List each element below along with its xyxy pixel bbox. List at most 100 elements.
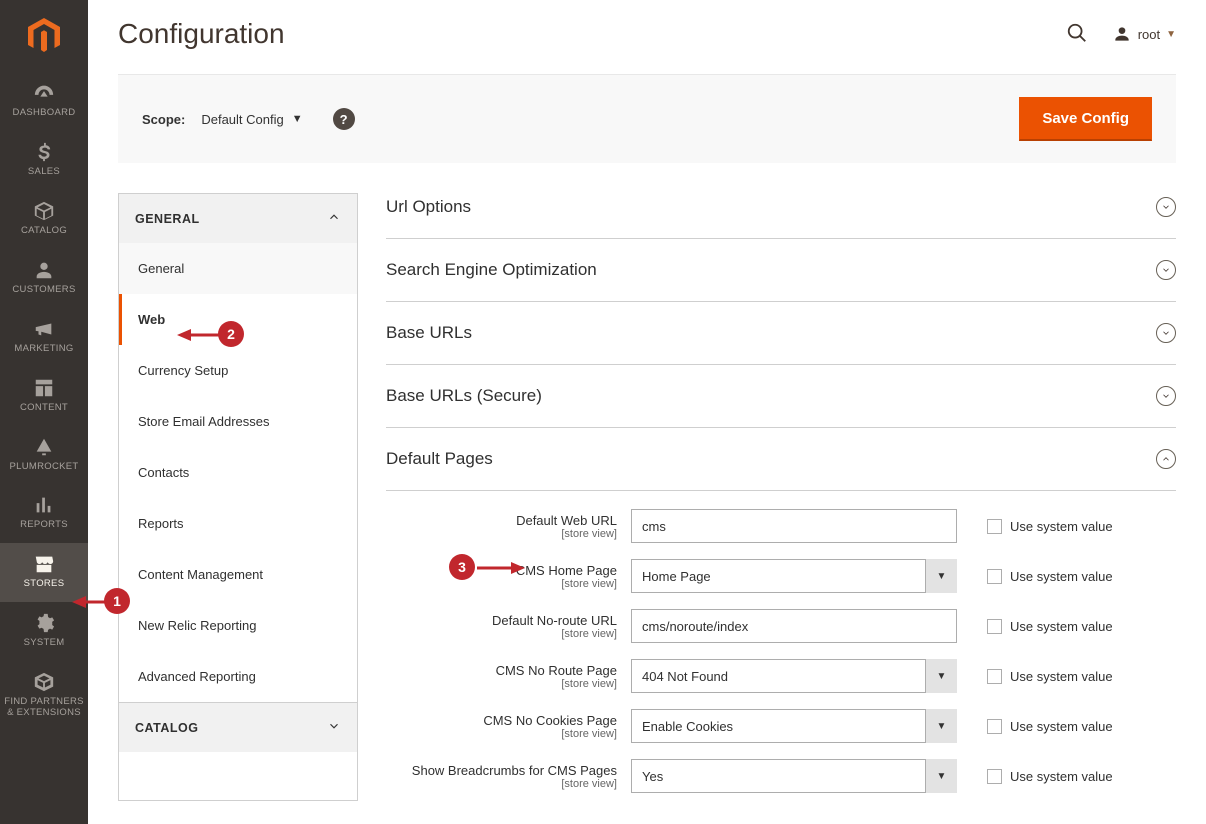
use-system-checkbox[interactable] — [987, 619, 1002, 634]
show-breadcrumbs-select[interactable]: Yes▼ — [631, 759, 957, 793]
magento-logo[interactable] — [0, 0, 88, 72]
tree-item-label: Content Management — [138, 567, 263, 582]
nav-catalog[interactable]: CATALOG — [0, 190, 88, 249]
cms-home-page-select[interactable]: Home Page▼ — [631, 559, 957, 593]
use-system-value[interactable]: Use system value — [957, 619, 1176, 634]
section-default-pages[interactable]: Default Pages — [386, 428, 1176, 491]
section-base-urls[interactable]: Base URLs — [386, 302, 1176, 365]
search-icon[interactable] — [1066, 22, 1088, 47]
content: GENERAL General Web Currency Setup Store… — [118, 193, 1176, 801]
field-cms-nocookies: CMS No Cookies Page[store view] Enable C… — [386, 701, 1176, 751]
tree-item-label: Reports — [138, 516, 184, 531]
main: Configuration root ▼ Scope: Default Conf… — [88, 0, 1206, 824]
use-system-checkbox[interactable] — [987, 669, 1002, 684]
nav-partners[interactable]: FIND PARTNERS & EXTENSIONS — [0, 661, 88, 731]
tree-item-web[interactable]: Web — [119, 294, 357, 345]
nav-stores[interactable]: STORES — [0, 543, 88, 602]
nav-system[interactable]: SYSTEM — [0, 602, 88, 661]
use-system-checkbox[interactable] — [987, 569, 1002, 584]
store-view-tag: [store view] — [386, 628, 617, 640]
tree-item-label: Advanced Reporting — [138, 669, 256, 684]
tree-item-general[interactable]: General — [119, 243, 357, 294]
nav-customers[interactable]: CUSTOMERS — [0, 249, 88, 308]
section-base-urls-secure[interactable]: Base URLs (Secure) — [386, 365, 1176, 428]
field-show-breadcrumbs: Show Breadcrumbs for CMS Pages[store vie… — [386, 751, 1176, 801]
cms-noroute-page-select[interactable]: 404 Not Found ▼ — [631, 659, 957, 693]
scope-value: Default Config — [201, 112, 283, 127]
use-system-label: Use system value — [1010, 619, 1113, 634]
scope-select[interactable]: Default Config ▼ — [201, 112, 302, 127]
nav-reports[interactable]: REPORTS — [0, 484, 88, 543]
expand-icon — [1156, 323, 1176, 343]
field-label: Default Web URL — [386, 513, 617, 528]
store-view-tag: [store view] — [386, 728, 617, 740]
config-tree: GENERAL General Web Currency Setup Store… — [118, 193, 358, 801]
store-view-tag: [store view] — [386, 578, 617, 590]
use-system-label: Use system value — [1010, 669, 1113, 684]
config-group-catalog[interactable]: CATALOG — [119, 702, 357, 752]
layout-icon — [31, 377, 57, 399]
user-icon — [1112, 24, 1132, 44]
store-view-tag: [store view] — [386, 678, 617, 690]
use-system-value[interactable]: Use system value — [957, 719, 1176, 734]
nav-content-label: CONTENT — [20, 402, 68, 413]
field-default-web-url: Default Web URL[store view] Use system v… — [386, 501, 1176, 551]
nav-marketing[interactable]: MARKETING — [0, 308, 88, 367]
use-system-value[interactable]: Use system value — [957, 669, 1176, 684]
default-noroute-input[interactable] — [631, 609, 957, 643]
collapse-icon — [1156, 449, 1176, 469]
help-icon[interactable]: ? — [333, 108, 355, 130]
header-tools: root ▼ — [1066, 22, 1176, 47]
use-system-label: Use system value — [1010, 769, 1113, 784]
tree-item-email[interactable]: Store Email Addresses — [119, 396, 357, 447]
nav-reports-label: REPORTS — [20, 519, 68, 530]
select-value: 404 Not Found — [642, 669, 728, 684]
megaphone-icon — [31, 318, 57, 340]
nav-plumrocket[interactable]: PLUMROCKET — [0, 426, 88, 485]
store-view-tag: [store view] — [386, 778, 617, 790]
caret-down-icon: ▼ — [925, 659, 957, 693]
use-system-checkbox[interactable] — [987, 719, 1002, 734]
config-group-general[interactable]: GENERAL — [119, 194, 357, 243]
use-system-checkbox[interactable] — [987, 519, 1002, 534]
cms-nocookies-select[interactable]: Enable Cookies ▼ — [631, 709, 957, 743]
use-system-value[interactable]: Use system value — [957, 519, 1176, 534]
save-config-button[interactable]: Save Config — [1019, 97, 1152, 141]
field-label: Show Breadcrumbs for CMS Pages — [386, 763, 617, 778]
use-system-checkbox[interactable] — [987, 769, 1002, 784]
nav-marketing-label: MARKETING — [14, 343, 73, 354]
use-system-value[interactable]: Use system value — [957, 769, 1176, 784]
select-value: Enable Cookies — [642, 719, 733, 734]
expand-icon — [1156, 386, 1176, 406]
default-web-url-input[interactable] — [631, 509, 957, 543]
section-title: Base URLs — [386, 323, 472, 343]
tree-item-label: General — [138, 261, 184, 276]
field-cms-noroute-page: CMS No Route Page[store view] 404 Not Fo… — [386, 651, 1176, 701]
section-seo[interactable]: Search Engine Optimization — [386, 239, 1176, 302]
tree-item-newrelic[interactable]: New Relic Reporting — [119, 600, 357, 651]
nav-sales[interactable]: SALES — [0, 131, 88, 190]
plumrocket-icon — [31, 436, 57, 458]
nav-partners-label: FIND PARTNERS & EXTENSIONS — [4, 696, 84, 718]
select-value: Yes — [642, 769, 663, 784]
caret-down-icon: ▼ — [925, 709, 957, 743]
section-title: Url Options — [386, 197, 471, 217]
section-url-options[interactable]: Url Options — [386, 193, 1176, 239]
section-title: Search Engine Optimization — [386, 260, 597, 280]
field-label: Default No-route URL — [386, 613, 617, 628]
tree-item-advanced[interactable]: Advanced Reporting — [119, 651, 357, 702]
section-title: Default Pages — [386, 449, 493, 469]
nav-content[interactable]: CONTENT — [0, 367, 88, 426]
use-system-value[interactable]: Use system value — [957, 569, 1176, 584]
caret-down-icon: ▼ — [925, 559, 957, 593]
page-title: Configuration — [118, 18, 285, 50]
nav-dashboard[interactable]: DASHBOARD — [0, 72, 88, 131]
tree-item-reports[interactable]: Reports — [119, 498, 357, 549]
nav-dashboard-label: DASHBOARD — [13, 107, 76, 118]
tree-item-contentmgmt[interactable]: Content Management — [119, 549, 357, 600]
use-system-label: Use system value — [1010, 519, 1113, 534]
dollar-icon — [31, 141, 57, 163]
user-menu[interactable]: root ▼ — [1112, 24, 1176, 44]
tree-item-contacts[interactable]: Contacts — [119, 447, 357, 498]
tree-item-currency[interactable]: Currency Setup — [119, 345, 357, 396]
